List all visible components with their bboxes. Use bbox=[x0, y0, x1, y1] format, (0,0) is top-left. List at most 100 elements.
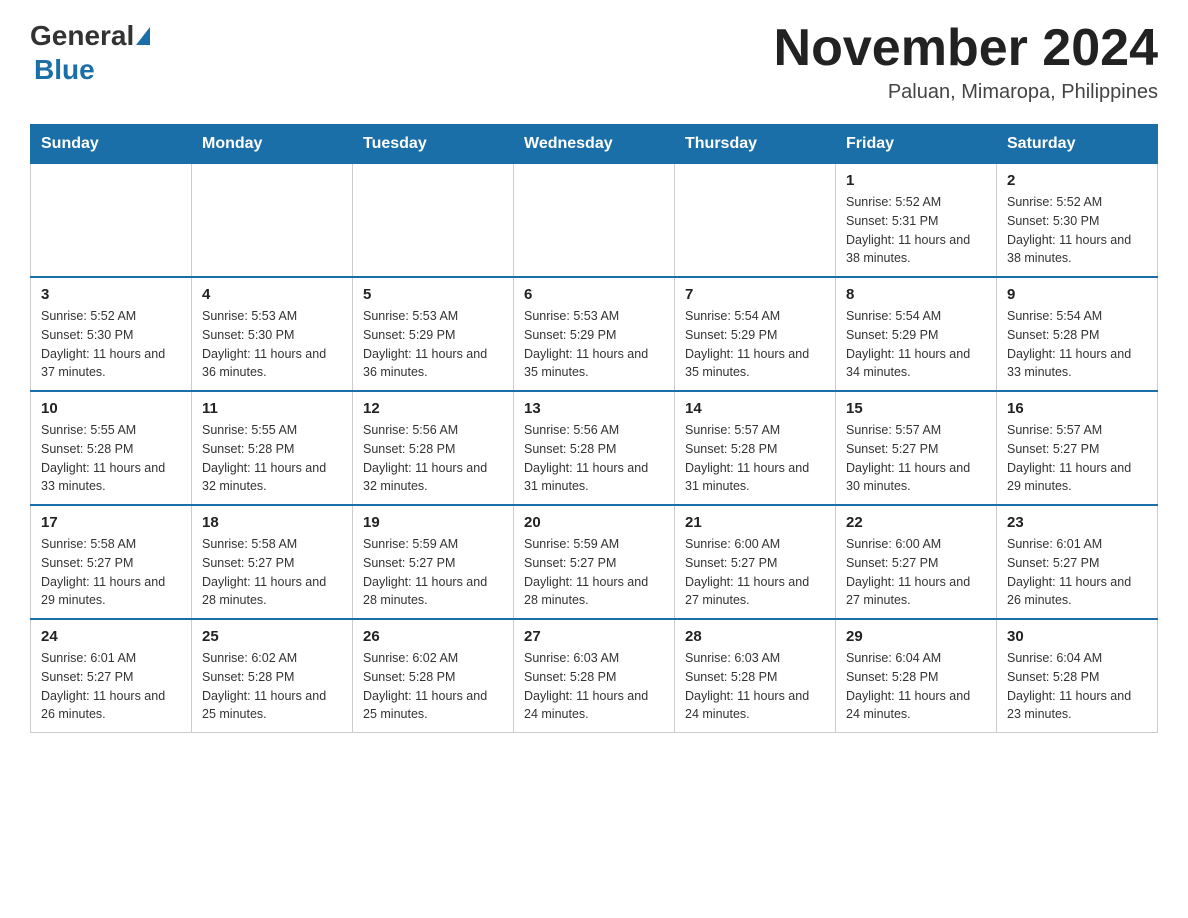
calendar-cell: 22 Sunrise: 6:00 AM Sunset: 5:27 PM Dayli… bbox=[836, 505, 997, 619]
day-number: 4 bbox=[202, 286, 342, 303]
calendar-header-sunday: Sunday bbox=[31, 125, 192, 164]
calendar-cell: 25Sunrise: 6:02 AM Sunset: 5:28 PM Dayli… bbox=[192, 619, 353, 733]
day-number: 17 bbox=[41, 514, 181, 531]
page-header: General Blue November 2024 Paluan, Mimar… bbox=[30, 20, 1158, 104]
day-info: Sunrise: 5:53 AM Sunset: 5:29 PM Dayligh… bbox=[363, 307, 503, 382]
calendar-cell: 23 Sunrise: 6:01 AM Sunset: 5:27 PM Dayli… bbox=[997, 505, 1158, 619]
day-info: Sunrise: 5:58 AM Sunset: 5:27 PM Dayligh… bbox=[41, 535, 181, 610]
day-number: 27 bbox=[524, 628, 664, 645]
calendar-cell: 14 Sunrise: 5:57 AM Sunset: 5:28 PM Dayli… bbox=[675, 391, 836, 505]
calendar-cell: 20 Sunrise: 5:59 AM Sunset: 5:27 PM Dayli… bbox=[514, 505, 675, 619]
calendar-header-tuesday: Tuesday bbox=[353, 125, 514, 164]
day-info: Sunrise: 6:01 AM Sunset: 5:27 PM Dayligh… bbox=[41, 649, 181, 724]
day-number: 6 bbox=[524, 286, 664, 303]
day-info: Sunrise: 6:02 AM Sunset: 5:28 PM Dayligh… bbox=[363, 649, 503, 724]
calendar-cell: 8Sunrise: 5:54 AM Sunset: 5:29 PM Daylig… bbox=[836, 277, 997, 391]
day-info: Sunrise: 6:00 AM Sunset: 5:27 PM Dayligh… bbox=[846, 535, 986, 610]
day-number: 3 bbox=[41, 286, 181, 303]
day-info: Sunrise: 5:59 AM Sunset: 5:27 PM Dayligh… bbox=[363, 535, 503, 610]
calendar-week-row: 3 Sunrise: 5:52 AM Sunset: 5:30 PM Daylig… bbox=[31, 277, 1158, 391]
calendar-table: SundayMondayTuesdayWednesdayThursdayFrid… bbox=[30, 124, 1158, 733]
day-number: 30 bbox=[1007, 628, 1147, 645]
day-number: 22 bbox=[846, 514, 986, 531]
calendar-cell: 27Sunrise: 6:03 AM Sunset: 5:28 PM Dayli… bbox=[514, 619, 675, 733]
calendar-cell: 18Sunrise: 5:58 AM Sunset: 5:27 PM Dayli… bbox=[192, 505, 353, 619]
day-number: 13 bbox=[524, 400, 664, 417]
day-info: Sunrise: 5:56 AM Sunset: 5:28 PM Dayligh… bbox=[363, 421, 503, 496]
calendar-week-row: 24Sunrise: 6:01 AM Sunset: 5:27 PM Dayli… bbox=[31, 619, 1158, 733]
logo-blue-text: Blue bbox=[30, 54, 95, 86]
day-number: 26 bbox=[363, 628, 503, 645]
day-info: Sunrise: 5:52 AM Sunset: 5:30 PM Dayligh… bbox=[1007, 193, 1147, 268]
day-number: 2 bbox=[1007, 172, 1147, 189]
calendar-cell: 7Sunrise: 5:54 AM Sunset: 5:29 PM Daylig… bbox=[675, 277, 836, 391]
day-info: Sunrise: 5:54 AM Sunset: 5:29 PM Dayligh… bbox=[846, 307, 986, 382]
calendar-cell bbox=[514, 164, 675, 278]
day-info: Sunrise: 5:54 AM Sunset: 5:28 PM Dayligh… bbox=[1007, 307, 1147, 382]
day-number: 10 bbox=[41, 400, 181, 417]
day-number: 23 bbox=[1007, 514, 1147, 531]
day-info: Sunrise: 6:04 AM Sunset: 5:28 PM Dayligh… bbox=[846, 649, 986, 724]
title-block: November 2024 Paluan, Mimaropa, Philippi… bbox=[774, 20, 1158, 104]
calendar-cell bbox=[31, 164, 192, 278]
calendar-cell bbox=[353, 164, 514, 278]
calendar-cell bbox=[675, 164, 836, 278]
calendar-cell: 17 Sunrise: 5:58 AM Sunset: 5:27 PM Dayli… bbox=[31, 505, 192, 619]
day-number: 11 bbox=[202, 400, 342, 417]
day-info: Sunrise: 5:55 AM Sunset: 5:28 PM Dayligh… bbox=[202, 421, 342, 496]
calendar-header-row: SundayMondayTuesdayWednesdayThursdayFrid… bbox=[31, 125, 1158, 164]
day-number: 21 bbox=[685, 514, 825, 531]
day-number: 1 bbox=[846, 172, 986, 189]
day-number: 20 bbox=[524, 514, 664, 531]
day-info: Sunrise: 5:57 AM Sunset: 5:27 PM Dayligh… bbox=[846, 421, 986, 496]
day-number: 19 bbox=[363, 514, 503, 531]
logo-general-text: General bbox=[30, 20, 134, 52]
calendar-cell: 4 Sunrise: 5:53 AM Sunset: 5:30 PM Daylig… bbox=[192, 277, 353, 391]
location-subtitle: Paluan, Mimaropa, Philippines bbox=[774, 81, 1158, 104]
day-number: 18 bbox=[202, 514, 342, 531]
calendar-cell: 12 Sunrise: 5:56 AM Sunset: 5:28 PM Dayli… bbox=[353, 391, 514, 505]
day-number: 15 bbox=[846, 400, 986, 417]
calendar-cell: 1 Sunrise: 5:52 AM Sunset: 5:31 PM Daylig… bbox=[836, 164, 997, 278]
day-number: 16 bbox=[1007, 400, 1147, 417]
day-info: Sunrise: 5:57 AM Sunset: 5:27 PM Dayligh… bbox=[1007, 421, 1147, 496]
day-info: Sunrise: 6:03 AM Sunset: 5:28 PM Dayligh… bbox=[685, 649, 825, 724]
calendar-cell: 10 Sunrise: 5:55 AM Sunset: 5:28 PM Dayli… bbox=[31, 391, 192, 505]
calendar-cell: 13 Sunrise: 5:56 AM Sunset: 5:28 PM Dayli… bbox=[514, 391, 675, 505]
calendar-cell: 19 Sunrise: 5:59 AM Sunset: 5:27 PM Dayli… bbox=[353, 505, 514, 619]
day-number: 28 bbox=[685, 628, 825, 645]
day-info: Sunrise: 5:53 AM Sunset: 5:30 PM Dayligh… bbox=[202, 307, 342, 382]
calendar-cell bbox=[192, 164, 353, 278]
day-info: Sunrise: 5:56 AM Sunset: 5:28 PM Dayligh… bbox=[524, 421, 664, 496]
day-info: Sunrise: 6:02 AM Sunset: 5:28 PM Dayligh… bbox=[202, 649, 342, 724]
calendar-header-friday: Friday bbox=[836, 125, 997, 164]
day-info: Sunrise: 6:01 AM Sunset: 5:27 PM Dayligh… bbox=[1007, 535, 1147, 610]
day-info: Sunrise: 5:52 AM Sunset: 5:30 PM Dayligh… bbox=[41, 307, 181, 382]
day-info: Sunrise: 5:53 AM Sunset: 5:29 PM Dayligh… bbox=[524, 307, 664, 382]
day-info: Sunrise: 5:57 AM Sunset: 5:28 PM Dayligh… bbox=[685, 421, 825, 496]
month-year-title: November 2024 bbox=[774, 20, 1158, 77]
calendar-cell: 26 Sunrise: 6:02 AM Sunset: 5:28 PM Dayli… bbox=[353, 619, 514, 733]
calendar-cell: 3 Sunrise: 5:52 AM Sunset: 5:30 PM Daylig… bbox=[31, 277, 192, 391]
logo: General Blue bbox=[30, 20, 152, 86]
calendar-week-row: 17 Sunrise: 5:58 AM Sunset: 5:27 PM Dayli… bbox=[31, 505, 1158, 619]
day-number: 12 bbox=[363, 400, 503, 417]
day-number: 7 bbox=[685, 286, 825, 303]
day-info: Sunrise: 5:55 AM Sunset: 5:28 PM Dayligh… bbox=[41, 421, 181, 496]
day-info: Sunrise: 6:04 AM Sunset: 5:28 PM Dayligh… bbox=[1007, 649, 1147, 724]
calendar-cell: 2 Sunrise: 5:52 AM Sunset: 5:30 PM Daylig… bbox=[997, 164, 1158, 278]
logo-triangle-icon bbox=[136, 27, 150, 45]
calendar-header-wednesday: Wednesday bbox=[514, 125, 675, 164]
day-info: Sunrise: 5:59 AM Sunset: 5:27 PM Dayligh… bbox=[524, 535, 664, 610]
calendar-cell: 11 Sunrise: 5:55 AM Sunset: 5:28 PM Dayli… bbox=[192, 391, 353, 505]
day-number: 14 bbox=[685, 400, 825, 417]
calendar-cell: 29Sunrise: 6:04 AM Sunset: 5:28 PM Dayli… bbox=[836, 619, 997, 733]
calendar-header-thursday: Thursday bbox=[675, 125, 836, 164]
calendar-header-saturday: Saturday bbox=[997, 125, 1158, 164]
calendar-cell: 9Sunrise: 5:54 AM Sunset: 5:28 PM Daylig… bbox=[997, 277, 1158, 391]
calendar-cell: 16 Sunrise: 5:57 AM Sunset: 5:27 PM Dayli… bbox=[997, 391, 1158, 505]
day-info: Sunrise: 5:52 AM Sunset: 5:31 PM Dayligh… bbox=[846, 193, 986, 268]
calendar-cell: 30 Sunrise: 6:04 AM Sunset: 5:28 PM Dayli… bbox=[997, 619, 1158, 733]
calendar-header-monday: Monday bbox=[192, 125, 353, 164]
calendar-cell: 5Sunrise: 5:53 AM Sunset: 5:29 PM Daylig… bbox=[353, 277, 514, 391]
